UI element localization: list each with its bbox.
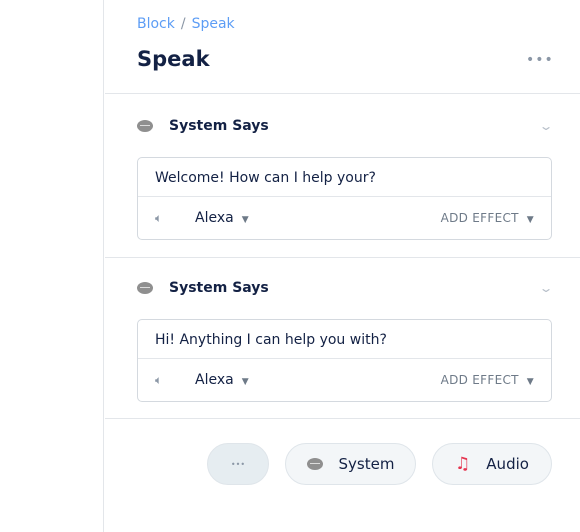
breadcrumb-separator: / [180,16,186,32]
speaker-device-icon [137,282,153,294]
caret-down-icon: ▼ [526,215,534,225]
music-note-icon: ♫ [455,454,471,474]
divider [105,418,580,419]
volume-icon: 🔈︎ [155,210,163,225]
add-effect-dropdown[interactable]: ADD EFFECT ▼ [441,373,534,387]
caret-down-icon: ▼ [241,215,249,225]
voice-value: Alexa [195,210,234,226]
speech-text-input[interactable]: Hi! Anything I can help you with? [138,320,551,359]
chevron-down-icon[interactable]: ⌄ [538,281,553,295]
system-label: System [338,455,395,473]
add-effect-label: ADD EFFECT [440,211,519,225]
section-header[interactable]: System Says ⌄ [137,114,554,138]
chevron-down-icon[interactable]: ⌄ [538,119,553,133]
breadcrumb: Block / Speak [137,16,235,32]
ellipsis-icon: ••• [230,459,246,469]
voice-value: Alexa [195,372,234,388]
voice-select[interactable]: Alexa ▼ [195,210,249,226]
speaker-device-icon [306,458,323,470]
section-title: System Says [169,118,269,134]
speak-card: Hi! Anything I can help you with? 🔈︎ Ale… [137,319,552,402]
left-panel [0,0,104,532]
more-options-button[interactable]: ••• [526,52,554,68]
divider [105,93,580,94]
speak-card: Welcome! How can I help your? 🔈︎ Alexa ▼ … [137,157,552,240]
add-effect-label: ADD EFFECT [440,373,519,387]
add-system-button[interactable]: System [285,443,416,485]
more-steps-button[interactable]: ••• [207,443,269,485]
add-effect-dropdown[interactable]: ADD EFFECT ▼ [441,211,534,225]
breadcrumb-block-link[interactable]: Block [137,16,175,32]
page-title: Speak [137,47,210,71]
ellipsis-icon: ••• [526,52,554,68]
add-audio-button[interactable]: ♫ Audio [432,443,552,485]
volume-icon: 🔈︎ [155,372,163,387]
speaker-device-icon [137,120,153,132]
caret-down-icon: ▼ [526,377,534,387]
section-title: System Says [169,280,269,296]
voice-select[interactable]: Alexa ▼ [195,372,249,388]
audio-label: Audio [486,455,529,473]
speech-text-input[interactable]: Welcome! How can I help your? [138,158,551,197]
caret-down-icon: ▼ [241,377,249,387]
divider [105,257,580,258]
section-header[interactable]: System Says ⌄ [137,276,554,300]
breadcrumb-current[interactable]: Speak [192,16,235,32]
